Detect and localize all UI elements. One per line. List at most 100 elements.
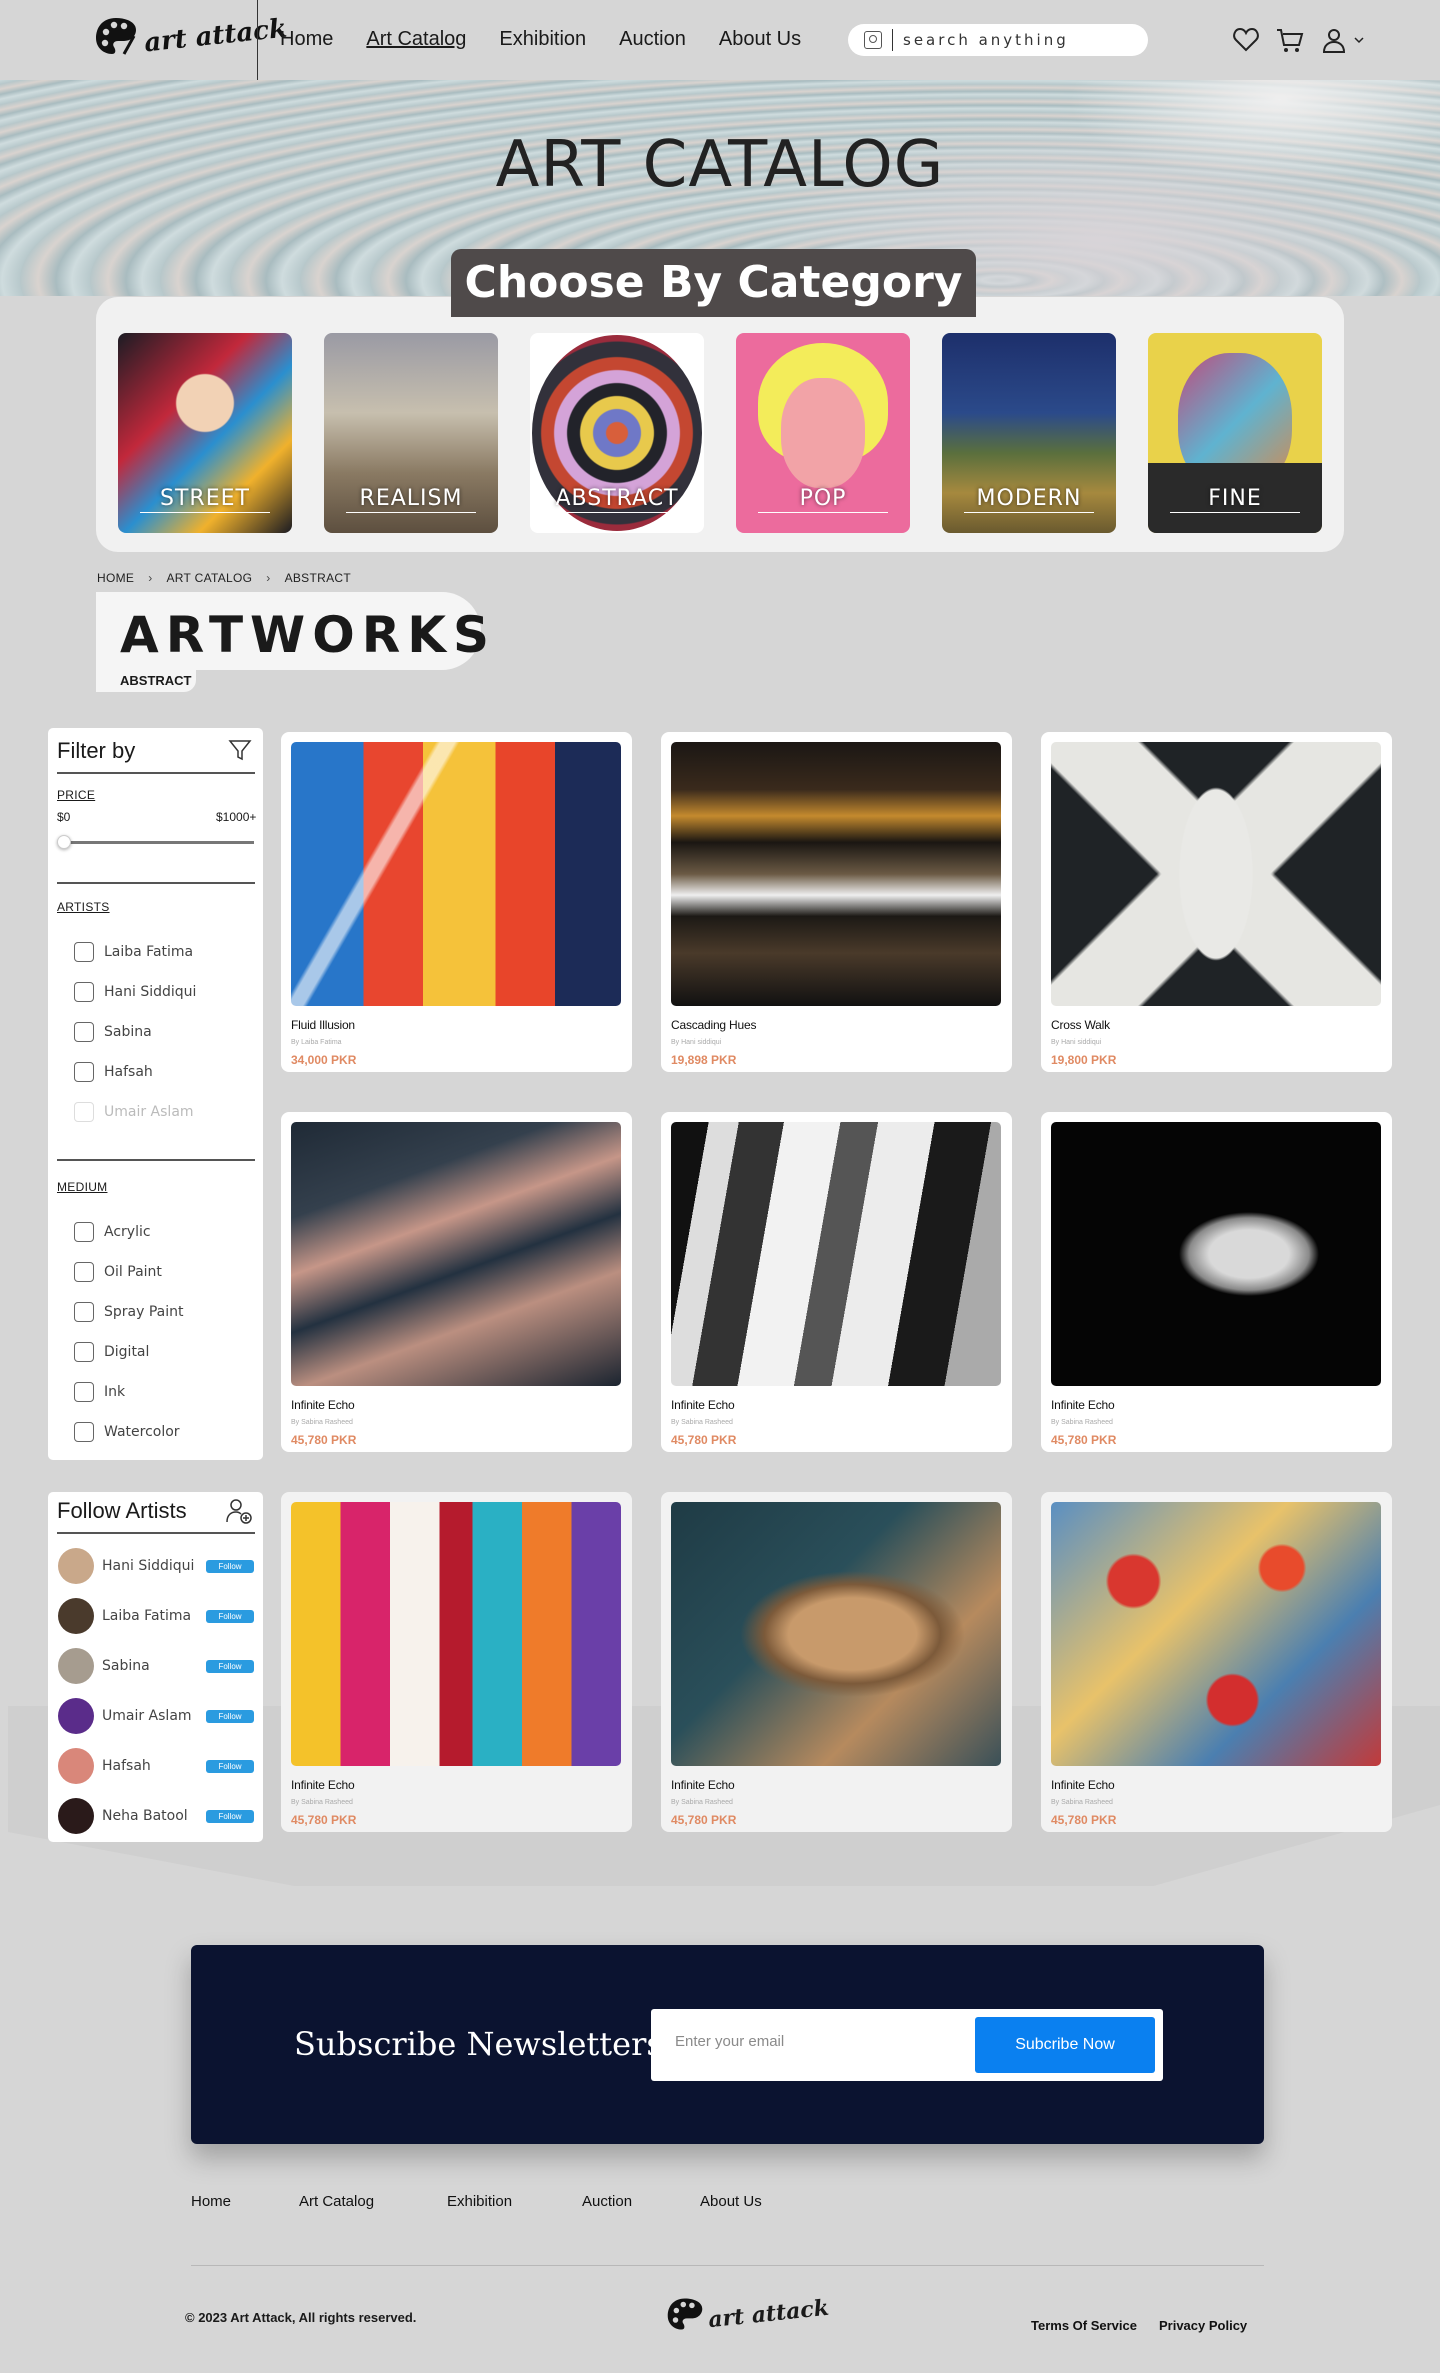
artwork-image[interactable]	[291, 742, 621, 1006]
artist-filter-hani-siddiqui[interactable]: Hani Siddiqui	[74, 982, 196, 1002]
heart-icon[interactable]	[1232, 26, 1260, 54]
artwork-title[interactable]: Fluid Illusion	[291, 1018, 355, 1032]
checkbox[interactable]	[74, 1262, 94, 1282]
follow-button[interactable]: Follow	[206, 1609, 254, 1623]
price-slider-track[interactable]	[62, 841, 254, 844]
artwork-image[interactable]	[1051, 1502, 1381, 1766]
artwork-card[interactable]: Infinite Echo By Sabina Rasheed 45,780 PKR	[1041, 1112, 1392, 1452]
avatar[interactable]	[58, 1748, 94, 1784]
follow-button[interactable]: Follow	[206, 1659, 254, 1673]
nav-art-catalog[interactable]: Art Catalog	[366, 28, 466, 51]
category-modern[interactable]: MODERN	[942, 333, 1116, 533]
artist-filter-hafsah[interactable]: Hafsah	[74, 1062, 153, 1082]
category-underline	[346, 512, 476, 513]
artwork-title[interactable]: Infinite Echo	[671, 1398, 735, 1412]
artwork-title[interactable]: Infinite Echo	[291, 1398, 355, 1412]
add-user-icon[interactable]	[224, 1496, 254, 1526]
artwork-image[interactable]	[291, 1502, 621, 1766]
footer-link-about-us[interactable]: About Us	[700, 2193, 762, 2210]
nav-home[interactable]: Home	[280, 28, 333, 51]
avatar[interactable]	[58, 1798, 94, 1834]
checkbox[interactable]	[74, 982, 94, 1002]
search-input[interactable]	[903, 31, 1123, 49]
site-logo[interactable]: art attack	[94, 14, 288, 58]
nav-about-us[interactable]: About Us	[719, 28, 801, 51]
checkbox[interactable]	[74, 942, 94, 962]
terms-link[interactable]: Terms Of Service	[1031, 2318, 1137, 2333]
artwork-title[interactable]: Cascading Hues	[671, 1018, 756, 1032]
artist-filter-umair-aslam[interactable]: Umair Aslam	[74, 1102, 194, 1122]
avatar[interactable]	[58, 1548, 94, 1584]
artwork-title[interactable]: Infinite Echo	[1051, 1778, 1115, 1792]
category-abstract[interactable]: ABSTRACT	[530, 333, 704, 533]
artwork-title[interactable]: Infinite Echo	[671, 1778, 735, 1792]
follow-button[interactable]: Follow	[206, 1709, 254, 1723]
artist-filter-sabina[interactable]: Sabina	[74, 1022, 152, 1042]
artwork-title[interactable]: Infinite Echo	[1051, 1398, 1115, 1412]
checkbox[interactable]	[74, 1022, 94, 1042]
breadcrumb-home[interactable]: HOME	[97, 571, 134, 585]
footer-logo[interactable]: art attack	[666, 2294, 831, 2334]
chevron-down-icon[interactable]	[1352, 33, 1366, 47]
artwork-image[interactable]	[671, 742, 1001, 1006]
artwork-card[interactable]: Infinite Echo By Sabina Rasheed 45,780 PKR	[1041, 1492, 1392, 1832]
medium-filter-ink[interactable]: Ink	[74, 1382, 125, 1402]
category-pop[interactable]: POP	[736, 333, 910, 533]
follow-button[interactable]: Follow	[206, 1559, 254, 1573]
artist-filter-laiba-fatima[interactable]: Laiba Fatima	[74, 942, 193, 962]
medium-filter-oil-paint[interactable]: Oil Paint	[74, 1262, 162, 1282]
category-realism[interactable]: REALISM	[324, 333, 498, 533]
artwork-card[interactable]: Infinite Echo By Sabina Rasheed 45,780 PKR	[661, 1112, 1012, 1452]
breadcrumb-art-catalog[interactable]: ART CATALOG	[167, 571, 253, 585]
artwork-card[interactable]: Infinite Echo By Sabina Rasheed 45,780 PKR	[281, 1492, 632, 1832]
privacy-link[interactable]: Privacy Policy	[1159, 2318, 1247, 2333]
avatar[interactable]	[58, 1648, 94, 1684]
follow-button[interactable]: Follow	[206, 1759, 254, 1773]
nav-exhibition[interactable]: Exhibition	[499, 28, 586, 51]
checkbox[interactable]	[74, 1382, 94, 1402]
artwork-artist: By Hani siddiqui	[671, 1039, 722, 1046]
checkbox[interactable]	[74, 1062, 94, 1082]
filter-icon[interactable]	[228, 738, 252, 762]
artwork-title[interactable]: Infinite Echo	[291, 1778, 355, 1792]
logo-wordmark: art attack	[706, 2294, 831, 2334]
artwork-card[interactable]: Infinite Echo By Sabina Rasheed 45,780 PKR	[281, 1112, 632, 1452]
footer-link-auction[interactable]: Auction	[582, 2193, 700, 2210]
checkbox[interactable]	[74, 1102, 94, 1122]
footer-link-exhibition[interactable]: Exhibition	[447, 2193, 582, 2210]
medium-filter-acrylic[interactable]: Acrylic	[74, 1222, 151, 1242]
artwork-image[interactable]	[1051, 1122, 1381, 1386]
artwork-image[interactable]	[291, 1122, 621, 1386]
artwork-image[interactable]	[671, 1122, 1001, 1386]
artwork-title[interactable]: Cross Walk	[1051, 1018, 1110, 1032]
medium-filter-digital[interactable]: Digital	[74, 1342, 149, 1362]
artwork-image[interactable]	[671, 1502, 1001, 1766]
artwork-card[interactable]: Cross Walk By Hani siddiqui 19,800 PKR	[1041, 732, 1392, 1072]
medium-filter-spray-paint[interactable]: Spray Paint	[74, 1302, 184, 1322]
artwork-image[interactable]	[1051, 742, 1381, 1006]
checkbox[interactable]	[74, 1222, 94, 1242]
footer-link-art-catalog[interactable]: Art Catalog	[299, 2193, 447, 2210]
footer-link-home[interactable]: Home	[191, 2193, 299, 2210]
nav-auction[interactable]: Auction	[619, 28, 686, 51]
filter-divider	[57, 772, 255, 774]
follow-button[interactable]: Follow	[206, 1809, 254, 1823]
avatar[interactable]	[58, 1698, 94, 1734]
checkbox[interactable]	[74, 1302, 94, 1322]
medium-filter-watercolor[interactable]: Watercolor	[74, 1422, 180, 1442]
search-icon[interactable]	[864, 31, 882, 49]
price-slider-handle[interactable]	[57, 835, 71, 849]
category-street[interactable]: STREET	[118, 333, 292, 533]
artwork-card[interactable]: Infinite Echo By Sabina Rasheed 45,780 PKR	[661, 1492, 1012, 1832]
checkbox[interactable]	[74, 1342, 94, 1362]
cart-icon[interactable]	[1276, 26, 1304, 54]
artwork-card[interactable]: Cascading Hues By Hani siddiqui 19,898 PKR	[661, 732, 1012, 1072]
user-icon[interactable]	[1320, 26, 1348, 54]
checkbox[interactable]	[74, 1422, 94, 1442]
artwork-card[interactable]: Fluid Illusion By Laiba Fatima 34,000 PKR	[281, 732, 632, 1072]
avatar[interactable]	[58, 1598, 94, 1634]
subscribe-button[interactable]: Subcribe Now	[975, 2017, 1155, 2073]
email-field[interactable]	[675, 2033, 945, 2050]
category-fine[interactable]: FINE	[1148, 333, 1322, 533]
site-header: art attack Home Art Catalog Exhibition A…	[0, 0, 1440, 80]
